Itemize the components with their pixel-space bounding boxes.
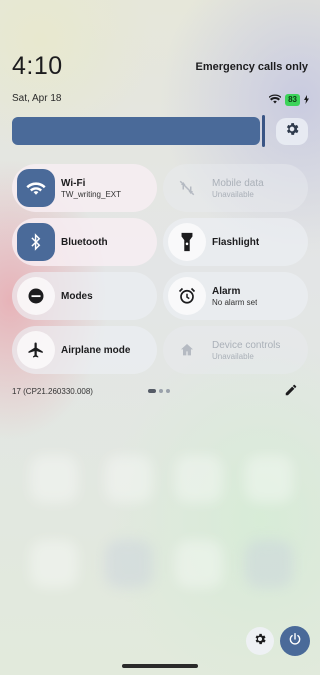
- tile-mobile-data[interactable]: Mobile data Unavailable: [163, 164, 308, 212]
- tile-device-controls-title: Device controls: [212, 339, 281, 351]
- tile-modes-title: Modes: [61, 290, 93, 302]
- wifi-icon: [268, 91, 282, 109]
- tile-wifi-subtitle: TW_writing_EXT: [61, 189, 122, 199]
- background-blur: [175, 540, 223, 588]
- brightness-slider-handle[interactable]: [262, 115, 265, 147]
- settings-shortcut-button[interactable]: [246, 627, 274, 655]
- flashlight-icon: [168, 223, 206, 261]
- wifi-icon: [17, 169, 55, 207]
- tile-modes[interactable]: Modes: [12, 272, 157, 320]
- tile-mobile-data-subtitle: Unavailable: [212, 189, 254, 199]
- battery-icon: 83: [285, 94, 300, 106]
- background-blur: [245, 540, 293, 588]
- background-blur: [245, 455, 293, 503]
- tile-alarm[interactable]: Alarm No alarm set: [163, 272, 308, 320]
- tile-device-controls-subtitle: Unavailable: [212, 351, 254, 361]
- tile-mobile-data-title: Mobile data: [212, 177, 264, 189]
- background-blur: [105, 455, 153, 503]
- settings-button[interactable]: [276, 118, 308, 145]
- network-status-text: Emergency calls only: [195, 61, 309, 73]
- page-dot: [166, 389, 170, 393]
- alarm-icon: [168, 277, 206, 315]
- airplane-icon: [17, 331, 55, 369]
- page-dot: [159, 389, 163, 393]
- power-icon: [288, 632, 302, 651]
- tile-wifi-title: Wi-Fi: [61, 177, 86, 189]
- tile-airplane-mode-title: Airplane mode: [61, 344, 131, 356]
- date-text[interactable]: Sat, Apr 18: [12, 93, 61, 104]
- bluetooth-icon: [17, 223, 55, 261]
- background-blur: [105, 540, 153, 588]
- tile-alarm-title: Alarm: [212, 285, 241, 297]
- page-dot: [148, 389, 156, 393]
- home-icon: [168, 331, 206, 369]
- tile-alarm-subtitle: No alarm set: [212, 297, 258, 307]
- build-number[interactable]: 17 (CP21.260330.008): [12, 387, 93, 396]
- home-gesture-handle[interactable]: [122, 664, 198, 668]
- gear-icon: [284, 121, 300, 142]
- clock[interactable]: 4:10: [12, 52, 63, 81]
- status-icons: 83: [268, 91, 309, 109]
- tile-wifi[interactable]: Wi-Fi TW_writing_EXT: [12, 164, 157, 212]
- page-indicator: [148, 389, 170, 393]
- background-blur: [30, 455, 78, 503]
- gear-icon: [253, 632, 267, 651]
- background-blur: [175, 455, 223, 503]
- tile-bluetooth[interactable]: Bluetooth: [12, 218, 157, 266]
- tile-airplane-mode[interactable]: Airplane mode: [12, 326, 157, 374]
- charging-bolt-icon: [304, 91, 309, 109]
- mobile-data-off-icon: [168, 169, 206, 207]
- power-button[interactable]: [280, 626, 310, 656]
- tile-bluetooth-title: Bluetooth: [61, 236, 108, 248]
- tile-device-controls[interactable]: Device controls Unavailable: [163, 326, 308, 374]
- background-blur: [30, 540, 78, 588]
- edit-button[interactable]: [284, 383, 298, 402]
- tile-flashlight-title: Flashlight: [212, 236, 260, 248]
- brightness-slider[interactable]: [12, 117, 260, 145]
- tile-flashlight[interactable]: Flashlight: [163, 218, 308, 266]
- modes-icon: [17, 277, 55, 315]
- pencil-icon: [284, 384, 298, 401]
